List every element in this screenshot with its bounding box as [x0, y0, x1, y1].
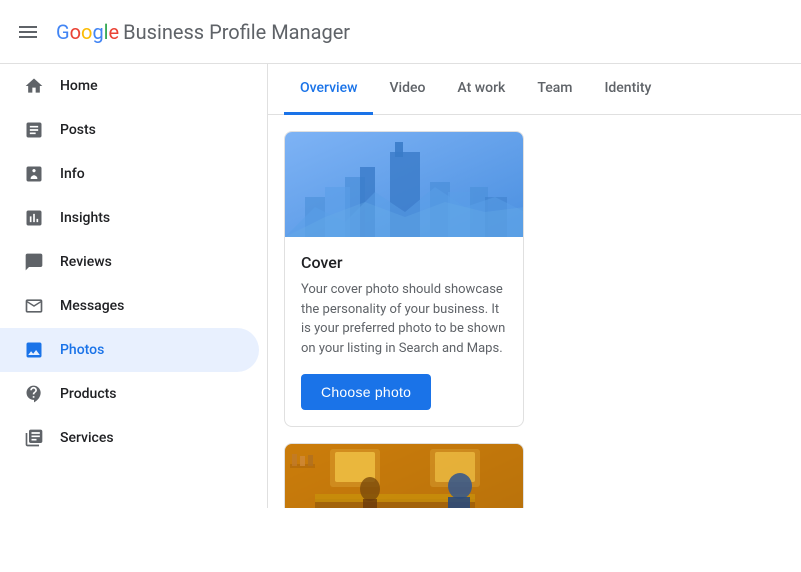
choose-photo-button[interactable]: Choose photo: [301, 374, 431, 410]
cover-card-description: Your cover photo should showcase the per…: [301, 280, 507, 358]
sidebar-item-reviews[interactable]: Reviews: [0, 240, 259, 284]
sidebar-reviews-label: Reviews: [60, 254, 112, 270]
cover-card-body: Cover Your cover photo should showcase t…: [285, 237, 523, 426]
logo-o1: o: [70, 20, 81, 44]
menu-icon[interactable]: [16, 20, 40, 44]
home-icon: [24, 76, 44, 96]
tab-video[interactable]: Video: [373, 64, 441, 115]
photo-cards: Cover Your cover photo should showcase t…: [268, 115, 801, 508]
messages-icon: [24, 296, 44, 316]
cover-card-image: [285, 132, 523, 237]
reviews-icon: [24, 252, 44, 272]
tab-overview[interactable]: Overview: [284, 64, 373, 115]
sidebar-info-label: Info: [60, 166, 85, 182]
app-header: Google Business Profile Manager: [0, 0, 801, 64]
sidebar-messages-label: Messages: [60, 298, 124, 314]
sidebar-insights-label: Insights: [60, 210, 110, 226]
sidebar-posts-label: Posts: [60, 122, 96, 138]
posts-icon: [24, 120, 44, 140]
sidebar-item-home[interactable]: Home: [0, 64, 259, 108]
logo-g2: g: [92, 20, 103, 44]
cover-card: Cover Your cover photo should showcase t…: [284, 131, 524, 427]
tab-at-work[interactable]: At work: [441, 64, 521, 115]
video-card-image: [285, 444, 523, 508]
services-icon: [24, 428, 44, 448]
photo-tabs: Overview Video At work Team Identity: [268, 64, 801, 115]
tab-identity[interactable]: Identity: [588, 64, 667, 115]
sidebar-home-label: Home: [60, 78, 98, 94]
logo-e: e: [109, 20, 120, 44]
main-content: Overview Video At work Team Identity: [268, 64, 801, 508]
sidebar: Home Posts Info Insights: [0, 64, 268, 508]
sidebar-item-info[interactable]: Info: [0, 152, 259, 196]
info-icon: [24, 164, 44, 184]
sidebar-photos-label: Photos: [60, 342, 104, 358]
logo-o2: o: [81, 20, 92, 44]
tab-team[interactable]: Team: [521, 64, 588, 115]
sidebar-item-products[interactable]: Products: [0, 372, 259, 416]
sidebar-item-insights[interactable]: Insights: [0, 196, 259, 240]
sidebar-item-photos[interactable]: Photos: [0, 328, 259, 372]
sidebar-item-posts[interactable]: Posts: [0, 108, 259, 152]
app-title: Business Profile Manager: [123, 20, 350, 44]
products-icon: [24, 384, 44, 404]
sidebar-services-label: Services: [60, 430, 114, 446]
google-logo: Google: [56, 20, 119, 44]
photos-icon: [24, 340, 44, 360]
sidebar-products-label: Products: [60, 386, 117, 402]
cover-card-title: Cover: [301, 253, 507, 272]
sidebar-item-messages[interactable]: Messages: [0, 284, 259, 328]
main-layout: Home Posts Info Insights: [0, 64, 801, 508]
sidebar-item-services[interactable]: Services: [0, 416, 259, 460]
video-card: Video Use a video to tell the story of y…: [284, 443, 524, 508]
logo-g: G: [56, 20, 70, 44]
insights-icon: [24, 208, 44, 228]
